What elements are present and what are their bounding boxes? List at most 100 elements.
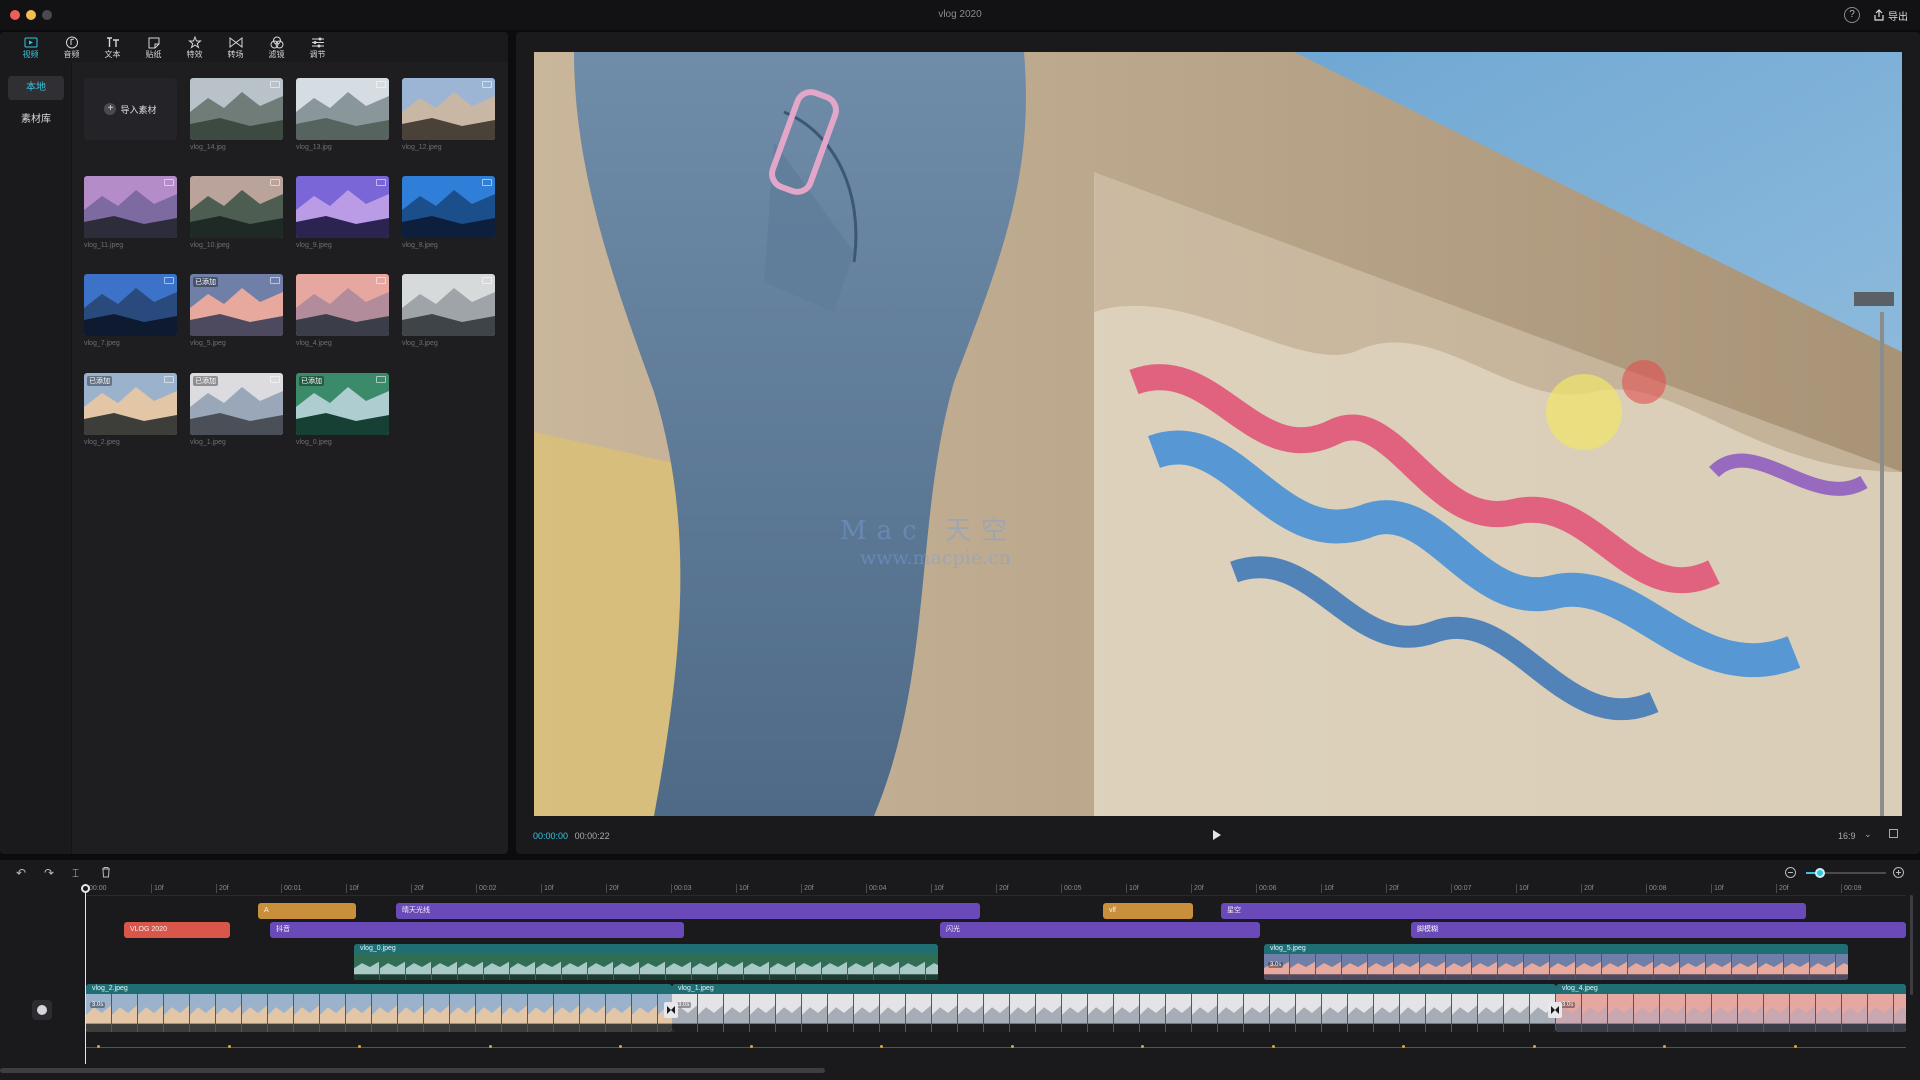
media-filename: vlog_13.jpg [296,144,332,151]
tab-label: 贴纸 [145,49,162,59]
media-thumbnail[interactable]: 已添加 [84,373,177,435]
tab-filter[interactable]: 滤镜 [256,32,297,62]
media-thumbnail[interactable] [190,78,283,140]
vertical-scrollbar[interactable] [1910,895,1913,995]
import-media-button[interactable]: + 导入素材 [84,78,177,140]
overlay-clip[interactable]: vlog_5.jpeg 3.0s [1264,944,1848,980]
clip-label: vlog_5.jpeg [1270,945,1306,952]
ruler-tick: 00:02 [476,884,497,893]
image-type-icon [270,277,280,284]
clip-thumbnails [1264,954,1848,980]
cover-button[interactable] [32,1000,52,1020]
ruler-tick: 00:05 [1061,884,1082,893]
media-filename: vlog_7.jpeg [84,340,120,347]
tab-audio[interactable]: 音频 [51,32,92,62]
ruler-tick: 10f [1516,884,1529,893]
tab-label: 调节 [309,49,326,59]
tab-transition[interactable]: 转场 [215,32,256,62]
media-filename: vlog_9.jpeg [296,242,332,249]
media-thumbnail[interactable] [84,274,177,336]
beat-marker [358,1045,361,1048]
playhead[interactable] [85,884,86,1064]
clip-label: vlog_4.jpeg [1562,985,1598,992]
zoom-in-icon[interactable] [1893,867,1904,878]
time-ruler[interactable]: 00:00 10f 20f 00:01 10f 20f 00:02 10f 20f 00:03 10… [86,884,1906,896]
tab-label: 转场 [227,49,244,59]
ruler-tick: 20f [1191,884,1204,893]
image-type-icon [164,277,174,284]
aspect-ratio-select[interactable]: 16:9 [1838,831,1856,841]
media-thumbnail[interactable] [84,176,177,238]
filter-icon [270,36,283,48]
ruler-tick: 00:07 [1451,884,1472,893]
media-thumbnail[interactable] [296,176,389,238]
tab-sticker[interactable]: 贴纸 [133,32,174,62]
sticker-icon [148,37,159,48]
fullscreen-icon[interactable] [1889,829,1898,838]
image-type-icon [270,81,280,88]
media-thumbnail[interactable]: 已添加 [190,373,283,435]
beat-marker [97,1045,100,1048]
horizontal-scrollbar[interactable] [0,1068,825,1073]
media-filename: vlog_3.jpeg [402,340,438,347]
ruler-tick: 20f [1581,884,1594,893]
overlay-clip[interactable]: vlog_0.jpeg [354,944,938,980]
main-clip[interactable]: vlog_4.jpeg 3.0s [1556,984,1906,1032]
transition-icon[interactable] [1548,1002,1562,1018]
text-clip[interactable]: 晴天光线 [396,903,980,919]
tab-adjust[interactable]: 调节 [297,32,338,62]
main-clip[interactable]: vlog_2.jpeg 3.0s [86,984,672,1032]
window-title: vlog 2020 [938,9,982,20]
ruler-tick: 20f [801,884,814,893]
tab-effects[interactable]: 特效 [174,32,215,62]
sticker-clip[interactable]: 闪光 [940,922,1260,938]
media-thumbnail[interactable] [402,176,495,238]
undo-icon[interactable]: ↶ [16,866,26,880]
zoom-slider-handle[interactable] [1815,868,1825,878]
media-thumbnail[interactable] [296,274,389,336]
media-thumbnail[interactable] [190,176,283,238]
zoom-out-icon[interactable] [1785,867,1796,878]
media-thumbnail[interactable] [402,274,495,336]
media-filename: vlog_5.jpeg [190,340,226,347]
beat-marker [750,1045,753,1048]
media-thumbnail[interactable]: 已添加 [296,373,389,435]
media-thumbnail[interactable]: 已添加 [190,274,283,336]
title-bar: vlog 2020 ? 导出 [0,0,1920,30]
chevron-down-icon[interactable]: ⌄ [1864,829,1872,840]
tab-video[interactable]: 视频 [10,32,51,62]
media-thumbnail[interactable] [296,78,389,140]
media-filename: vlog_2.jpeg [84,439,120,446]
sidebar-item-library[interactable]: 素材库 [8,108,64,132]
timecode: 00:00:00 00:00:22 [533,831,610,841]
beat-marker [1141,1045,1144,1048]
playhead-handle[interactable] [81,884,90,893]
main-clip[interactable]: vlog_1.jpeg 3.0s [672,984,1556,1032]
ruler-tick: 10f [1321,884,1334,893]
current-time: 00:00:00 [533,831,569,841]
sticker-clip[interactable]: 脚模糊 [1411,922,1906,938]
cover-icon [37,1005,47,1015]
clip-thumbnails [86,994,672,1032]
split-icon[interactable]: ⌶ [72,866,79,880]
delete-icon[interactable] [100,866,112,881]
text-clip[interactable]: vlf [1103,903,1193,919]
sticker-clip[interactable]: VLOG 2020 [124,922,230,938]
text-clip[interactable]: A [258,903,356,919]
transition-icon[interactable] [664,1002,678,1018]
clip-label: vlog_1.jpeg [678,985,714,992]
help-button[interactable]: ? [1844,7,1860,23]
preview-video[interactable]: Mac 天空 www.macpie.cn [534,52,1902,816]
export-label: 导出 [1888,11,1908,23]
text-clip[interactable]: 星空 [1221,903,1806,919]
tab-text[interactable]: 文本 [92,32,133,62]
export-button[interactable]: 导出 [1869,7,1912,23]
sidebar-item-local[interactable]: 本地 [8,76,64,100]
clip-thumbnails [672,994,1556,1032]
media-thumbnail[interactable] [402,78,495,140]
play-icon[interactable] [1213,830,1221,840]
tab-label: 文本 [104,49,121,59]
added-badge: 已添加 [299,376,324,386]
redo-icon[interactable]: ↷ [44,866,54,880]
sticker-clip[interactable]: 抖音 [270,922,684,938]
